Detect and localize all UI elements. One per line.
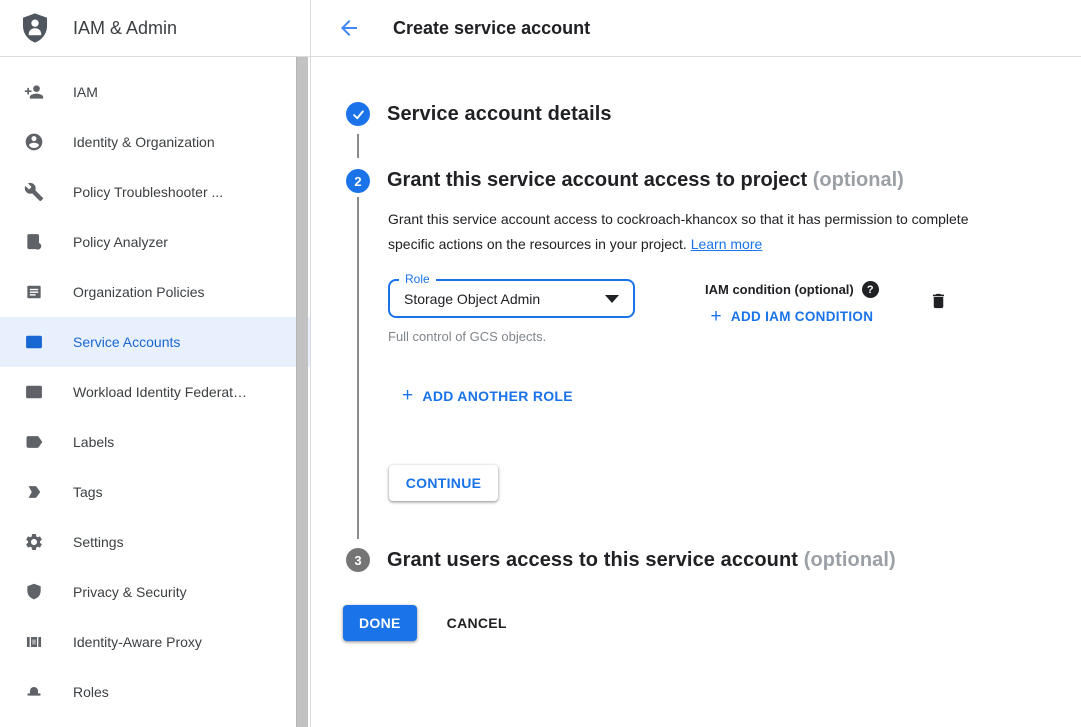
role-column: Role Storage Object Admin Full control o… [388,279,635,344]
sidebar-item-label: Service Accounts [73,334,180,350]
sidebar-item-label: Workload Identity Federat… [73,384,247,400]
sidebar-item-label: Policy Troubleshooter ... [73,184,223,200]
back-button[interactable] [337,16,361,40]
sidebar-item-privacy-security[interactable]: Privacy & Security [0,567,310,617]
wrench-icon [24,182,44,202]
form-actions: DONE CANCEL [343,605,1081,641]
role-select[interactable]: Role Storage Object Admin [388,279,635,318]
app-title: IAM & Admin [73,18,177,39]
plus-icon: + [402,386,413,405]
role-helper-text: Full control of GCS objects. [388,329,635,344]
step-1-title: Service account details [387,103,612,126]
hat-icon [24,682,44,702]
check-circle-icon [346,102,370,126]
sidebar-item-policy-analyzer[interactable]: Policy Analyzer [0,217,310,267]
role-select-label: Role [399,272,436,286]
add-iam-condition-button[interactable]: + ADD IAM CONDITION [711,307,874,326]
step-3-optional-label: (optional) [804,549,896,571]
sidebar-nav: IAM Identity & Organization Policy Troub… [0,57,310,717]
stepper-content: Service account details 2 Grant this ser… [311,57,1081,641]
cancel-button[interactable]: CANCEL [447,615,507,631]
badge-card-icon [24,382,44,402]
sidebar-item-settings[interactable]: Settings [0,517,310,567]
step-2-description-text: Grant this service account access to coc… [388,211,969,252]
sidebar-header: IAM & Admin [0,0,310,57]
iam-condition-column: IAM condition (optional) ? + ADD IAM CON… [705,281,879,326]
done-button[interactable]: DONE [343,605,417,641]
add-iam-condition-label: ADD IAM CONDITION [731,309,873,324]
step-2-header[interactable]: 2 Grant this service account access to p… [346,164,1081,197]
role-select-value: Storage Object Admin [404,291,540,307]
service-account-key-icon [24,332,44,352]
role-row: Role Storage Object Admin Full control o… [388,279,1081,344]
sidebar-item-label: Tags [73,484,103,500]
person-add-icon [24,82,44,102]
step-3-number-badge: 3 [346,548,370,572]
sidebar-scrollbar[interactable] [296,57,308,727]
step-3-title-text: Grant users access to this service accou… [387,549,798,571]
gear-icon [24,532,44,552]
sidebar-item-label: Settings [73,534,124,550]
sidebar-item-label: Policy Analyzer [73,234,168,250]
sidebar-item-label: Organization Policies [73,284,205,300]
document-lines-icon [24,282,44,302]
trash-icon [929,299,948,314]
sidebar-item-workload-identity-federation[interactable]: Workload Identity Federat… [0,367,310,417]
page-title: Create service account [393,18,590,39]
iam-condition-label: IAM condition (optional) [705,282,854,297]
iam-shield-person-icon [18,9,52,47]
sidebar-item-label: Labels [73,434,114,450]
step-2-description: Grant this service account access to coc… [388,207,982,257]
iam-condition-label-row: IAM condition (optional) ? [705,281,879,298]
sidebar-item-identity-organization[interactable]: Identity & Organization [0,117,310,167]
step-3-header[interactable]: 3 Grant users access to this service acc… [346,548,1081,572]
sidebar-item-label: Identity-Aware Proxy [73,634,202,650]
step-2-title-text: Grant this service account access to pro… [387,169,807,191]
app-window: IAM & Admin IAM Identity & Organization … [0,0,1081,727]
delete-role-button[interactable] [929,291,948,314]
sidebar: IAM & Admin IAM Identity & Organization … [0,0,311,727]
continue-button[interactable]: CONTINUE [389,465,498,501]
sidebar-item-policy-troubleshooter[interactable]: Policy Troubleshooter ... [0,167,310,217]
step-connector [357,134,359,158]
sidebar-item-iam[interactable]: IAM [0,67,310,117]
step-2-title: Grant this service account access to pro… [387,164,904,197]
tag-arrow-icon [24,482,44,502]
main-panel: Create service account Service account d… [311,0,1081,727]
add-another-role-label: ADD ANOTHER ROLE [422,388,573,404]
policy-analyzer-icon [24,232,44,252]
step-3-title: Grant users access to this service accou… [387,549,896,572]
step-2-optional-label: (optional) [813,169,904,191]
proxy-frame-icon [24,632,44,652]
sidebar-item-roles[interactable]: Roles [0,667,310,717]
arrow-back-icon [337,16,361,40]
step-2-body: Grant this service account access to coc… [357,197,1081,539]
chevron-down-icon [605,295,619,303]
account-circle-icon [24,132,44,152]
sidebar-item-tags[interactable]: Tags [0,467,310,517]
sidebar-item-label: Privacy & Security [73,584,187,600]
sidebar-item-identity-aware-proxy[interactable]: Identity-Aware Proxy [0,617,310,667]
step-1-header[interactable]: Service account details [346,102,1081,126]
sidebar-item-label: Roles [73,684,109,700]
label-tag-icon [24,432,44,452]
sidebar-item-labels[interactable]: Labels [0,417,310,467]
shield-half-icon [24,582,44,602]
page-header: Create service account [311,0,1081,57]
sidebar-item-service-accounts[interactable]: Service Accounts [0,317,310,367]
learn-more-link[interactable]: Learn more [691,236,763,252]
step-2-number-badge: 2 [346,169,370,193]
plus-icon: + [711,307,722,326]
sidebar-item-label: Identity & Organization [73,134,215,150]
help-icon[interactable]: ? [862,281,879,298]
sidebar-item-label: IAM [73,84,98,100]
add-another-role-button[interactable]: + ADD ANOTHER ROLE [402,386,573,405]
sidebar-item-organization-policies[interactable]: Organization Policies [0,267,310,317]
